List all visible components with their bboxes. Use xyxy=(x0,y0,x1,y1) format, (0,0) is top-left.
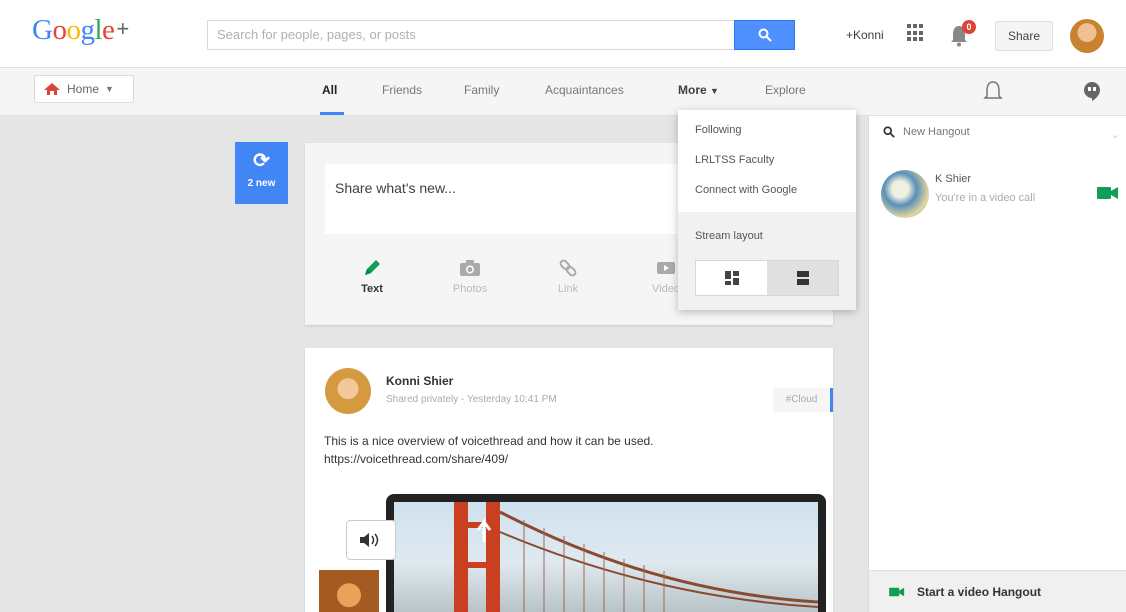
new-hangout-label: New Hangout xyxy=(903,126,970,138)
video-icon xyxy=(657,262,675,274)
search-input[interactable]: Search for people, pages, or posts xyxy=(207,20,734,50)
search-icon xyxy=(758,28,772,42)
more-dropdown-menu: Following LRLTSS Faculty Connect with Go… xyxy=(678,110,856,310)
post-author-name[interactable]: Konni Shier xyxy=(386,374,453,388)
chevron-down-icon: ▼ xyxy=(105,84,114,94)
stream-layout-label: Stream layout xyxy=(695,230,763,242)
start-video-hangout-button[interactable]: Start a video Hangout xyxy=(869,570,1126,612)
new-hangout-search[interactable]: New Hangout xyxy=(883,126,970,138)
post-hashtag-badge[interactable]: #Cloud xyxy=(773,388,833,412)
grid-layout-icon xyxy=(724,271,739,285)
apps-grid-icon[interactable] xyxy=(907,24,923,42)
top-bar: Google+ Search for people, pages, or pos… xyxy=(0,0,1126,68)
link-icon xyxy=(559,259,577,277)
google-plus-logo[interactable]: Google+ xyxy=(32,14,129,47)
contact-status: You're in a video call xyxy=(935,192,1036,204)
hangouts-panel: New Hangout ⌄ K Shier You're in a video … xyxy=(868,116,1126,612)
post-media-preview[interactable] xyxy=(386,494,826,612)
single-column-icon xyxy=(796,271,809,285)
share-text-option[interactable]: Text xyxy=(342,253,402,295)
search-icon xyxy=(883,126,895,138)
video-call-icon[interactable] xyxy=(1097,186,1119,200)
multi-column-layout-button[interactable] xyxy=(696,261,767,295)
new-posts-button[interactable]: ⟳ 2 new xyxy=(235,142,288,204)
contact-name: K Shier xyxy=(935,173,972,185)
contact-avatar xyxy=(881,170,929,218)
single-column-layout-button[interactable] xyxy=(767,261,838,295)
commenter-avatar[interactable] xyxy=(319,570,379,612)
menu-item-lrltss-faculty[interactable]: LRLTSS Faculty xyxy=(695,154,774,166)
menu-item-connect-with-google[interactable]: Connect with Google xyxy=(695,184,797,196)
post-text-line: This is a nice overview of voicethread a… xyxy=(324,434,654,448)
home-icon xyxy=(44,83,60,95)
menu-item-following[interactable]: Following xyxy=(695,124,741,136)
pencil-icon xyxy=(365,260,380,275)
search-button[interactable] xyxy=(734,20,795,50)
post-body: This is a nice overview of voicethread a… xyxy=(324,432,814,468)
chevron-down-icon[interactable]: ⌄ xyxy=(1111,128,1120,141)
tab-more-label: More xyxy=(678,83,707,97)
chevron-down-icon: ▼ xyxy=(710,86,719,96)
video-camera-icon xyxy=(889,587,905,596)
tab-more[interactable]: More ▼ xyxy=(678,83,719,97)
logo-plus: + xyxy=(116,16,129,41)
hangout-contact[interactable]: K Shier You're in a video call xyxy=(869,162,1126,224)
post-author-avatar[interactable] xyxy=(325,368,371,414)
share-photos-label: Photos xyxy=(452,283,488,295)
notifications-outline-icon[interactable] xyxy=(983,80,1003,102)
stream-nav-bar: Home ▼ All Friends Family Acquaintances … xyxy=(0,68,1126,116)
share-link-label: Link xyxy=(557,283,579,295)
active-tab-indicator xyxy=(320,112,344,115)
share-link-option[interactable]: Link xyxy=(538,253,598,295)
tab-all[interactable]: All xyxy=(322,83,337,97)
share-photos-option[interactable]: Photos xyxy=(440,253,500,295)
refresh-icon: ⟳ xyxy=(253,150,270,172)
tab-family[interactable]: Family xyxy=(464,83,499,97)
audio-comment-button[interactable] xyxy=(346,520,396,560)
notification-count-badge: 0 xyxy=(962,20,976,34)
speaker-icon xyxy=(360,533,379,547)
tab-friends[interactable]: Friends xyxy=(382,83,422,97)
stream-layout-toggle xyxy=(695,260,839,296)
new-posts-count: 2 new xyxy=(247,178,276,189)
tab-acquaintances[interactable]: Acquaintances xyxy=(545,83,624,97)
hangouts-icon[interactable] xyxy=(1082,80,1102,102)
post-card: Konni Shier Shared privately - Yesterday… xyxy=(305,348,833,612)
user-avatar[interactable] xyxy=(1070,19,1104,53)
home-menu-button[interactable]: Home ▼ xyxy=(34,75,134,103)
bridge-image xyxy=(394,502,818,612)
bridge-illustration xyxy=(454,502,818,612)
camera-icon xyxy=(460,260,480,276)
post-link[interactable]: https://voicethread.com/share/409/ xyxy=(324,450,814,468)
post-meta: Shared privately - Yesterday 10:41 PM xyxy=(386,394,557,405)
tab-explore[interactable]: Explore xyxy=(765,83,806,97)
home-label: Home xyxy=(67,82,100,96)
profile-name-link[interactable]: +Konni xyxy=(846,28,884,42)
share-button[interactable]: Share xyxy=(995,21,1053,51)
share-text-label: Text xyxy=(361,283,383,295)
start-video-hangout-label: Start a video Hangout xyxy=(917,584,1042,599)
notifications-button[interactable]: 0 xyxy=(949,20,976,48)
